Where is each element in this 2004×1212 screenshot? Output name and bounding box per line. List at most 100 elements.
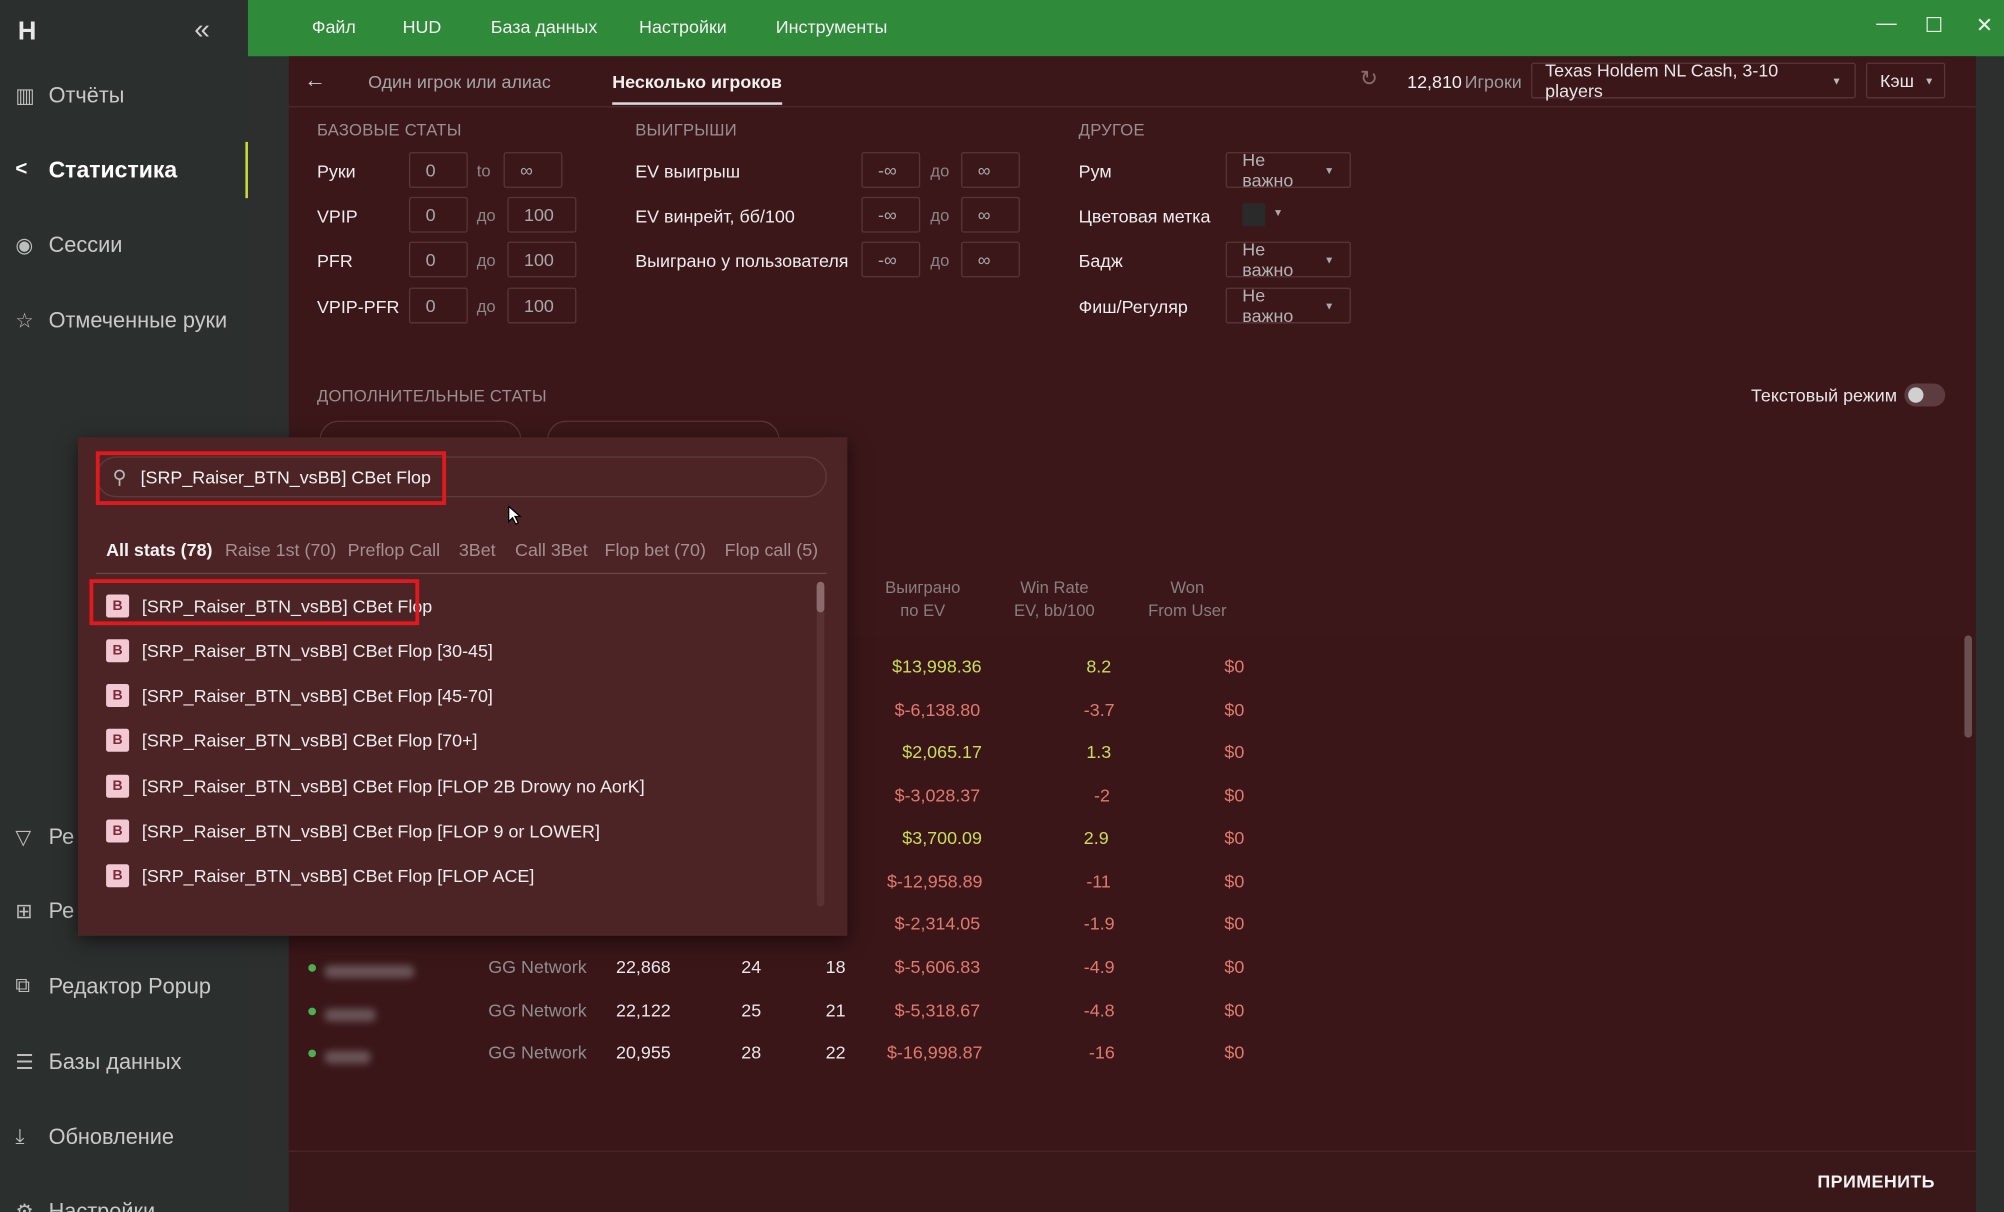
close-icon[interactable]: ✕	[1976, 13, 1993, 39]
mouse-cursor-icon	[508, 505, 522, 526]
maximize-icon[interactable]: ☐	[1925, 13, 1943, 39]
menu-settings[interactable]: Настройки	[639, 17, 727, 37]
fish-reg-select[interactable]: Не важно ▼	[1225, 285, 1351, 326]
header-line: по EV	[900, 600, 946, 621]
tab-3bet[interactable]: 3Bet	[459, 540, 496, 560]
hands-from-input[interactable]: 0	[408, 152, 468, 188]
tab-call-3bet[interactable]: Call 3Bet	[515, 540, 588, 560]
stat-badge-icon: B	[106, 594, 130, 618]
stat-search-input[interactable]	[140, 462, 780, 491]
hands-to-input[interactable]: ∞	[503, 152, 563, 188]
ev-winnings-label: EV выигрыш	[635, 161, 741, 182]
ev-winrate-to-input[interactable]: ∞	[961, 196, 1020, 233]
ev-winnings-from-input[interactable]: -∞	[861, 152, 921, 188]
online-dot-icon: ●	[306, 1041, 318, 1063]
section-base-stats: БАЗОВЫЕ СТАТЫ	[316, 120, 462, 140]
minimize-icon[interactable]: —	[1876, 13, 1896, 36]
col-header-won-from-user[interactable]: Won From User	[1130, 577, 1245, 623]
tab-flop-call[interactable]: Flop call (5)	[725, 540, 818, 560]
stat-badge-icon: B	[106, 864, 130, 888]
popup-scrollbar[interactable]	[816, 581, 825, 907]
cell-ev-won: $2,065.17	[902, 741, 982, 762]
cash-mode-select[interactable]: Кэш ▼	[1865, 62, 1946, 99]
cell-won-from-user: $0	[1224, 784, 1245, 806]
range-separator: до	[930, 250, 950, 270]
cell-network: GG Network	[488, 1041, 587, 1063]
scrollbar-thumb[interactable]	[816, 581, 825, 613]
pfr-from-input[interactable]: 0	[408, 241, 468, 278]
cell-hands: 22,122	[616, 999, 671, 1021]
text-mode-toggle[interactable]	[1904, 383, 1946, 407]
chevron-down-icon[interactable]: ▼	[1273, 207, 1283, 219]
stat-name: [SRP_Raiser_BTN_vsBB] CBet Flop [FLOP 2B…	[141, 776, 645, 797]
tab-all-stats[interactable]: All stats (78)	[106, 540, 212, 560]
chevron-down-icon: ▼	[1831, 74, 1842, 87]
badge-select[interactable]: Не важно ▼	[1225, 239, 1351, 280]
won-from-user-from-input[interactable]: -∞	[861, 241, 921, 278]
stat-list-item[interactable]: B [SRP_Raiser_BTN_vsBB] CBet Flop [FLOP 2…	[106, 770, 645, 803]
back-arrow-icon[interactable]: ←	[304, 68, 326, 94]
stat-search-box[interactable]: ⚲	[95, 456, 827, 498]
player-mode-tabs: ← Один игрок или алиас Несколько игроков…	[288, 56, 1976, 108]
stat-list-item[interactable]: B [SRP_Raiser_BTN_vsBB] CBet Flop [FLOP 9…	[106, 814, 600, 847]
apply-button[interactable]: ПРИМЕНИТЬ	[1817, 1171, 1935, 1191]
sidebar-item-statistics[interactable]: < Статистика	[0, 141, 248, 199]
sidebar-item-label: Базы данных	[48, 1049, 182, 1074]
vpip-from-input[interactable]: 0	[408, 196, 468, 233]
col-header-winrate[interactable]: Win Rate EV, bb/100	[997, 577, 1112, 623]
collapse-sidebar-button[interactable]: «	[194, 13, 210, 46]
stat-list-item[interactable]: B [SRP_Raiser_BTN_vsBB] CBet Flop	[106, 589, 432, 622]
vpip-to-input[interactable]: 100	[507, 196, 577, 233]
ev-winnings-to-input[interactable]: ∞	[961, 152, 1020, 188]
sidebar-item-label: Отмеченные руки	[48, 308, 228, 333]
sidebar-item-sessions[interactable]: ◉ Сессии	[0, 220, 248, 271]
sidebar-item-popup-editor[interactable]: ⧉ Редактор Popup	[0, 961, 248, 1012]
cell-won-from-user: $0	[1224, 999, 1245, 1021]
vpip-pfr-from-input[interactable]: 0	[408, 287, 468, 324]
menu-file[interactable]: Файл	[312, 17, 356, 37]
game-type-select[interactable]: Texas Holdem NL Cash, 3-10 players ▼	[1531, 60, 1856, 101]
won-from-user-to-input[interactable]: ∞	[961, 241, 1020, 278]
tab-raise-1st[interactable]: Raise 1st (70)	[225, 540, 336, 560]
stat-list-item[interactable]: B [SRP_Raiser_BTN_vsBB] CBet Flop [45-70]	[106, 679, 493, 712]
table-scrollbar[interactable]	[1964, 635, 1973, 738]
tab-preflop-call[interactable]: Preflop Call	[348, 540, 440, 560]
tab-multiple-players[interactable]: Несколько игроков	[612, 72, 782, 105]
stat-name: [SRP_Raiser_BTN_vsBB] CBet Flop [45-70]	[141, 685, 493, 706]
cell-winrate: -4.9	[1083, 956, 1115, 977]
ev-winrate-from-input[interactable]: -∞	[861, 196, 921, 233]
vpip-pfr-to-input[interactable]: 100	[507, 287, 577, 324]
sidebar-item-label: Ре	[48, 898, 75, 924]
cell-hands: 20,955	[616, 1041, 671, 1063]
range-separator: до	[476, 205, 496, 226]
pfr-to-input[interactable]: 100	[507, 241, 577, 278]
range-separator: до	[476, 250, 496, 270]
sidebar-item-settings[interactable]: ⚙ Настройки	[0, 1186, 248, 1212]
menu-hud[interactable]: HUD	[403, 17, 442, 37]
sidebar-item-reports[interactable]: ▥ Отчёты	[0, 70, 248, 121]
stat-list-item[interactable]: B [SRP_Raiser_BTN_vsBB] CBet Flop [FLOP A…	[106, 859, 534, 892]
sidebar-item-marked-hands[interactable]: ☆ Отмеченные руки	[0, 295, 248, 346]
cell-won-from-user: $0	[1224, 870, 1245, 892]
color-mark-swatch[interactable]	[1242, 203, 1266, 227]
cell-vpip: 28	[741, 1041, 762, 1063]
tab-single-player[interactable]: Один игрок или алиас	[368, 72, 551, 92]
col-header-ev-won[interactable]: Выиграно по EV	[872, 577, 974, 623]
refresh-icon[interactable]: ↻	[1360, 66, 1378, 92]
header-line: From User	[1148, 600, 1227, 621]
menu-database[interactable]: База данных	[491, 17, 598, 37]
stat-list-item[interactable]: B [SRP_Raiser_BTN_vsBB] CBet Flop [30-45]	[106, 634, 493, 667]
tab-flop-bet[interactable]: Flop bet (70)	[605, 540, 706, 560]
layout-icon: ⊞	[15, 901, 33, 924]
sidebar-item-update[interactable]: ⤓ Обновление	[0, 1112, 248, 1163]
table-row[interactable]: ● GG Network 20,955 28 22 $-16,998.87 -1…	[289, 1032, 1966, 1075]
menu-tools[interactable]: Инструменты	[776, 17, 888, 37]
cash-mode-value: Кэш	[1880, 70, 1914, 91]
table-row[interactable]: ● GG Network 22,868 24 18 $-5,606.83 -4.…	[289, 946, 1966, 989]
cell-winrate: -2	[1094, 784, 1110, 806]
sidebar-item-databases[interactable]: ☰ Базы данных	[0, 1037, 248, 1088]
table-row[interactable]: ● GG Network 22,122 25 21 $-5,318.67 -4.…	[289, 990, 1966, 1033]
room-select[interactable]: Не важно ▼	[1225, 150, 1351, 190]
stat-list-item[interactable]: B [SRP_Raiser_BTN_vsBB] CBet Flop [70+]	[106, 724, 477, 757]
tabs-divider	[95, 572, 827, 575]
